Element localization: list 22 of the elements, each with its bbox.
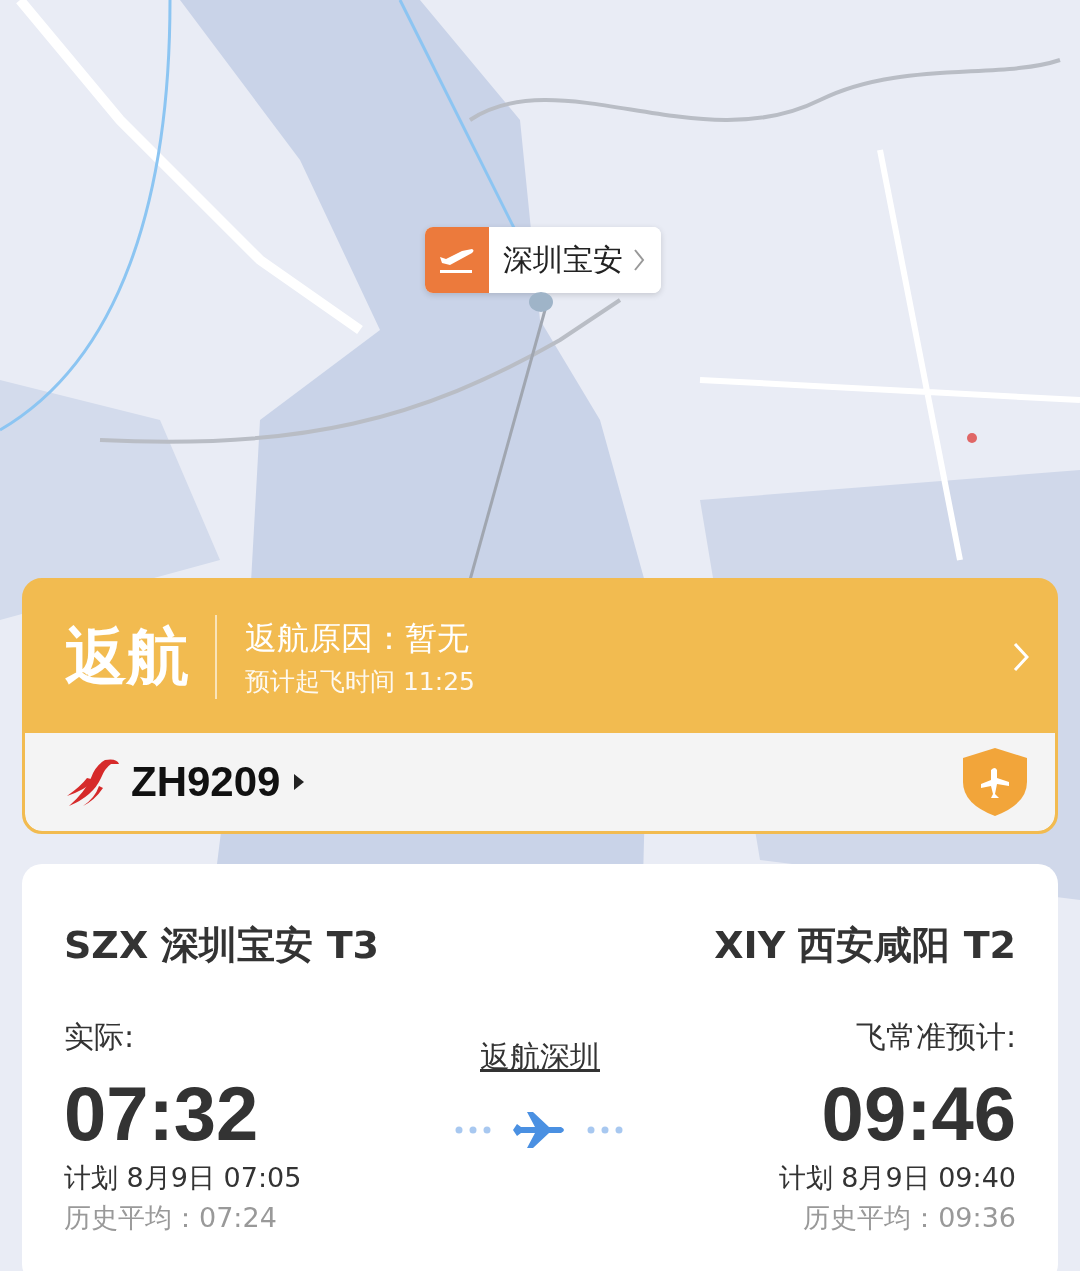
arrival-time: 09:46: [821, 1072, 1016, 1156]
historical-average: 历史平均：09:36: [803, 1200, 1016, 1235]
time-label: 飞常准预计:: [855, 1018, 1016, 1056]
chevron-right-icon: [633, 248, 645, 272]
origin-airport: SZX 深圳宝安 T3: [64, 922, 380, 969]
caret-icon: [294, 774, 305, 790]
historical-average: 历史平均：07:24: [64, 1200, 277, 1235]
status-title: 返航: [65, 619, 190, 695]
destination-airport: XIY 西安咸阳 T2: [714, 922, 1016, 969]
airport-marker-label[interactable]: 深圳宝安: [489, 227, 661, 293]
scheduled-time: 计划 8月9日 07:05: [64, 1160, 302, 1195]
departure-time: 07:32: [64, 1072, 259, 1156]
status-link[interactable]: 返航深圳: [480, 1037, 600, 1078]
chevron-right-icon: [1013, 642, 1029, 672]
status-card[interactable]: 返航 返航原因：暂无 预计起飞时间 11:25 ZH9209: [22, 578, 1058, 834]
flight-number[interactable]: ZH9209: [131, 758, 305, 806]
shield-plane-icon: [961, 746, 1029, 818]
scheduled-time: 计划 8月9日 09:40: [778, 1160, 1016, 1195]
departure-estimate: 预计起飞时间 11:25: [245, 665, 476, 698]
time-label: 实际:: [64, 1018, 135, 1056]
airport-pin-icon: [527, 290, 555, 314]
status-reason: 返航原因：暂无: [245, 617, 470, 659]
